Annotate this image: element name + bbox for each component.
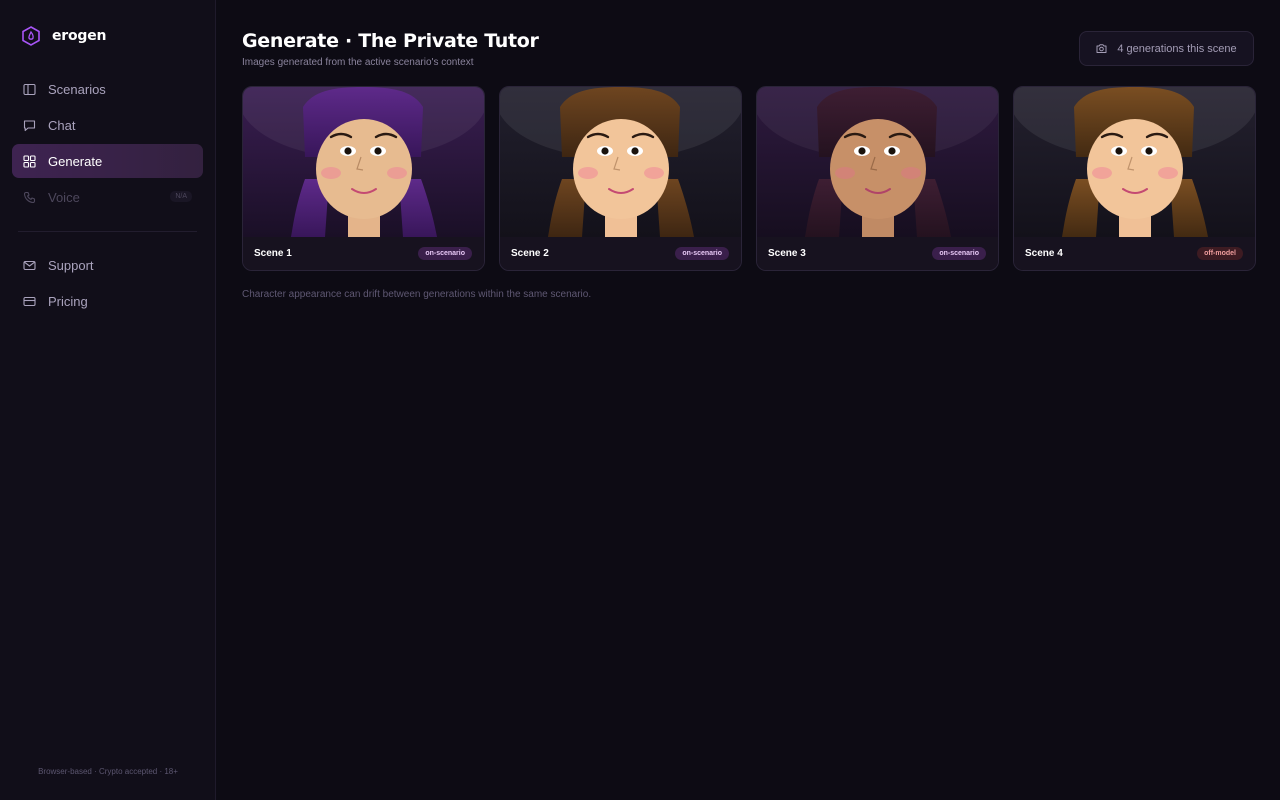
sidebar-footer: Browser-based · Crypto accepted · 18+ (38, 767, 178, 776)
sidebar-item-chat[interactable]: Chat (12, 108, 203, 142)
credit-card-icon (23, 296, 36, 306)
sidebar-item-voice[interactable]: Voice N/A (12, 180, 203, 214)
card-caption: Scene 1 on-scenario (243, 237, 484, 270)
generated-image (757, 87, 998, 237)
generations-counter[interactable]: 4 generations this scene (1079, 31, 1254, 66)
nav-divider (18, 231, 197, 232)
brand[interactable]: erogen (22, 25, 107, 47)
card-caption: Scene 4 off-model (1014, 237, 1255, 270)
status-badge: on-scenario (418, 247, 472, 260)
hexagon-logo-icon (22, 26, 40, 46)
status-badge: on-scenario (675, 247, 729, 260)
na-badge: N/A (170, 191, 192, 202)
book-icon (23, 83, 36, 95)
sidebar-item-support[interactable]: Support (12, 248, 203, 282)
generated-image (500, 87, 741, 237)
sidebar-item-label: Chat (48, 117, 76, 133)
generation-grid: Scene 1 on-scenario Scene 2 on-scenario … (242, 86, 1256, 271)
card-caption: Scene 3 on-scenario (757, 237, 998, 270)
generation-card[interactable]: Scene 4 off-model (1013, 86, 1256, 271)
sidebar: erogen Scenarios Chat Generate Voice N/A… (0, 0, 216, 800)
sidebar-item-label: Support (48, 257, 94, 273)
generated-image (1014, 87, 1255, 237)
mail-icon (23, 260, 36, 270)
sidebar-item-scenarios[interactable]: Scenarios (12, 72, 203, 106)
phone-icon (23, 191, 36, 203)
generation-card[interactable]: Scene 2 on-scenario (499, 86, 742, 271)
sidebar-item-label: Scenarios (48, 81, 106, 97)
sidebar-nav: Scenarios Chat Generate Voice N/A Suppor… (12, 72, 203, 320)
generated-image (243, 87, 484, 237)
drift-note: Character appearance can drift between g… (242, 289, 592, 300)
generation-card[interactable]: Scene 1 on-scenario (242, 86, 485, 271)
card-caption: Scene 2 on-scenario (500, 237, 741, 270)
camera-icon (1096, 44, 1107, 53)
sidebar-item-generate[interactable]: Generate (12, 144, 203, 178)
grid-icon (23, 154, 36, 168)
page-subtitle: Images generated from the active scenari… (242, 57, 474, 68)
generation-card[interactable]: Scene 3 on-scenario (756, 86, 999, 271)
chat-bubble-icon (23, 119, 36, 131)
scene-label: Scene 2 (511, 248, 549, 259)
sidebar-item-label: Pricing (48, 293, 88, 309)
generations-label: 4 generations this scene (1117, 42, 1237, 55)
brand-name: erogen (52, 28, 107, 44)
page-title: Generate · The Private Tutor (242, 30, 539, 52)
scene-label: Scene 3 (768, 248, 806, 259)
scene-label: Scene 1 (254, 248, 292, 259)
sidebar-item-label: Generate (48, 153, 103, 169)
scene-label: Scene 4 (1025, 248, 1063, 259)
sidebar-item-pricing[interactable]: Pricing (12, 284, 203, 318)
status-badge: off-model (1197, 247, 1243, 260)
status-badge: on-scenario (932, 247, 986, 260)
sidebar-item-label: Voice (48, 189, 80, 205)
